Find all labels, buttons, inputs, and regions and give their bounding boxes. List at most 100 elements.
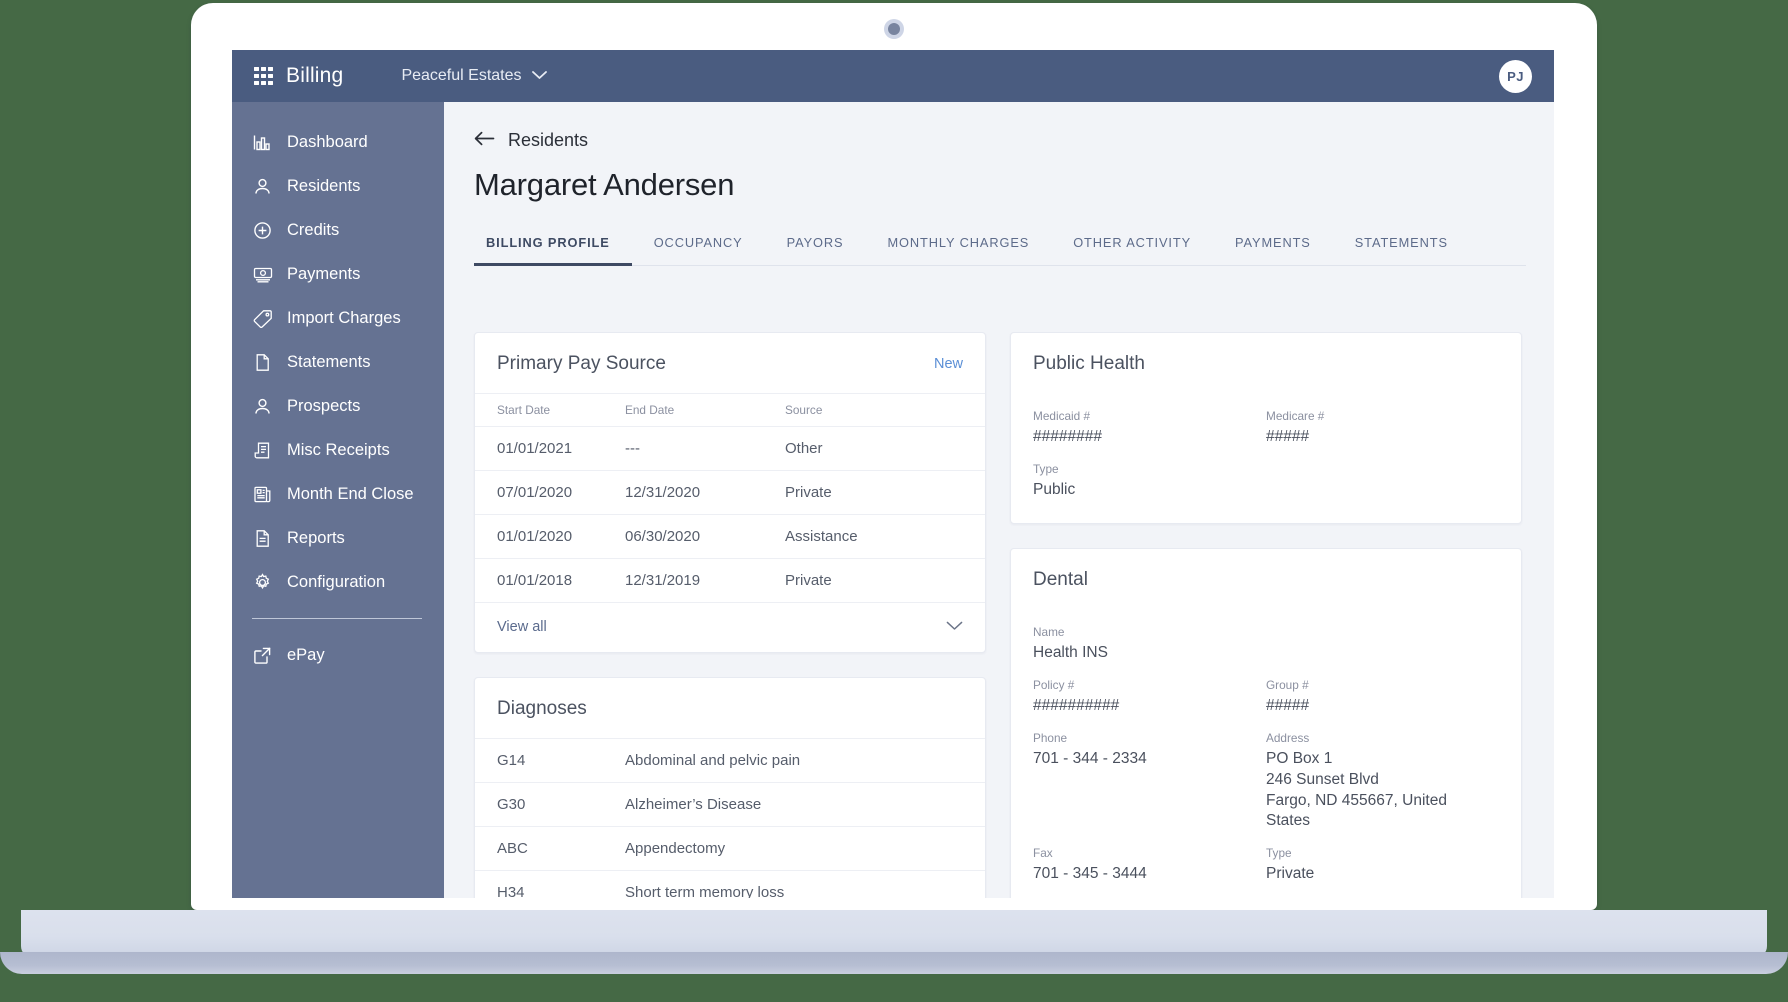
cell-code: G30 — [475, 782, 603, 827]
sidebar-item-dashboard[interactable]: Dashboard — [232, 120, 444, 164]
field-label: Name — [1033, 624, 1065, 639]
card-title: Diagnoses — [497, 698, 587, 719]
person-icon — [252, 396, 273, 417]
sidebar-item-label: Month End Close — [287, 484, 414, 503]
field-policy-number: Policy # ########## — [1033, 678, 1266, 717]
cell-end-date: --- — [603, 426, 763, 471]
address-line: States — [1266, 812, 1310, 830]
webcam-icon — [884, 19, 904, 39]
gear-icon — [252, 572, 273, 593]
arrow-left-icon — [474, 130, 495, 151]
table-row[interactable]: ABC Appendectomy — [475, 826, 985, 871]
tab-monthly-charges[interactable]: MONTHLY CHARGES — [865, 229, 1051, 266]
chevron-down-icon — [531, 67, 547, 85]
sidebar-item-statements[interactable]: Statements — [232, 340, 444, 384]
left-column: Primary Pay Source New Start Date End Da… — [474, 332, 986, 898]
sidebar-item-misc-receipts[interactable]: Misc Receipts — [232, 428, 444, 472]
card-header: Diagnoses — [475, 678, 985, 739]
field-label: Type — [1266, 846, 1292, 861]
sidebar-item-label: ePay — [287, 645, 325, 664]
table-row[interactable]: G30 Alzheimer’s Disease — [475, 782, 985, 827]
field-value: ##### — [1266, 428, 1310, 445]
cell-end-date: 12/31/2020 — [603, 470, 763, 515]
primary-pay-source-view-all[interactable]: View all — [475, 603, 985, 652]
field-value: Health INS — [1033, 643, 1108, 661]
avatar[interactable]: PJ — [1499, 60, 1532, 93]
top-bar: Billing Peaceful Estates PJ — [232, 50, 1554, 102]
table-header-row: Start Date End Date Source — [475, 394, 985, 427]
address-line: Fargo, ND 455667, United — [1266, 791, 1447, 809]
sidebar-item-label: Dashboard — [287, 132, 368, 151]
cell-code: H34 — [475, 870, 603, 898]
field-group-number: Group # ##### — [1266, 678, 1499, 717]
application-screen: Billing Peaceful Estates PJ Dashboard Re… — [232, 50, 1554, 898]
newspaper-icon — [252, 484, 273, 505]
page-title: Margaret Andersen — [474, 167, 735, 202]
tab-payors[interactable]: PAYORS — [765, 229, 866, 266]
cell-description: Short term memory loss — [603, 870, 985, 898]
table-row[interactable]: 07/01/2020 12/31/2020 Private — [475, 470, 985, 515]
chevron-down-icon — [946, 618, 963, 636]
sidebar-item-prospects[interactable]: Prospects — [232, 384, 444, 428]
cell-start-date: 01/01/2020 — [475, 514, 603, 559]
public-health-card: Public Health Medicaid # ######## Medica… — [1010, 332, 1522, 524]
sidebar-item-reports[interactable]: Reports — [232, 516, 444, 560]
facility-selector[interactable]: Peaceful Estates — [401, 67, 547, 85]
cell-code: ABC — [475, 826, 603, 871]
sidebar-item-label: Misc Receipts — [287, 440, 390, 459]
right-column: Public Health Medicaid # ######## Medica… — [1010, 332, 1522, 898]
content-area: Residents Margaret Andersen BILLING PROF… — [444, 102, 1554, 898]
card-body: Medicaid # ######## Medicare # ##### Typ… — [1011, 377, 1521, 523]
plus-circle-icon — [252, 220, 273, 241]
sidebar-divider — [252, 618, 422, 619]
cell-end-date: 12/31/2019 — [603, 558, 763, 603]
tab-statements[interactable]: STATEMENTS — [1333, 229, 1470, 266]
address-line: PO Box 1 — [1266, 749, 1333, 767]
app-title: Billing — [286, 64, 344, 87]
sidebar-item-payments[interactable]: Payments — [232, 252, 444, 296]
person-icon — [252, 176, 273, 197]
card-body: Name Health INS Policy # ########## Grou… — [1011, 593, 1521, 898]
field-label: Type — [1033, 461, 1059, 476]
dental-card: Dental Name Health INS Policy # ########… — [1010, 547, 1522, 898]
cell-source: Other — [763, 426, 985, 471]
tag-icon — [252, 308, 273, 329]
field-label: Medicare # — [1266, 409, 1325, 423]
sidebar-item-residents[interactable]: Residents — [232, 164, 444, 208]
sidebar-item-month-end-close[interactable]: Month End Close — [232, 472, 444, 516]
table-row[interactable]: 01/01/2018 12/31/2019 Private — [475, 558, 985, 603]
tab-occupancy[interactable]: OCCUPANCY — [632, 229, 765, 266]
field-value: ########## — [1033, 696, 1120, 714]
table-row[interactable]: 01/01/2021 --- Other — [475, 426, 985, 471]
tab-payments[interactable]: PAYMENTS — [1213, 229, 1333, 266]
sidebar-item-configuration[interactable]: Configuration — [232, 560, 444, 604]
field-value: ######## — [1033, 428, 1102, 445]
cell-description: Alzheimer’s Disease — [603, 782, 985, 827]
new-pay-source-button[interactable]: New — [934, 356, 963, 372]
sidebar-item-label: Statements — [287, 352, 371, 371]
apps-grid-icon[interactable] — [254, 66, 273, 86]
sidebar-item-epay[interactable]: ePay — [232, 633, 444, 677]
cell-source: Private — [763, 470, 985, 515]
view-all-label: View all — [497, 619, 547, 635]
sidebar: Dashboard Residents Credits Payments Imp… — [232, 102, 444, 898]
field-label: Address — [1266, 730, 1310, 745]
table-row[interactable]: 01/01/2020 06/30/2020 Assistance — [475, 514, 985, 559]
sidebar-item-import-charges[interactable]: Import Charges — [232, 296, 444, 340]
card-title: Primary Pay Source — [497, 353, 666, 374]
table-row[interactable]: H34 Short term memory loss — [475, 870, 985, 898]
tab-other-activity[interactable]: OTHER ACTIVITY — [1051, 229, 1213, 266]
content-columns: Primary Pay Source New Start Date End Da… — [474, 332, 1534, 898]
card-title: Dental — [1033, 568, 1088, 590]
cell-source: Assistance — [763, 514, 985, 559]
table-row[interactable]: G14 Abdominal and pelvic pain — [475, 739, 985, 783]
back-to-residents-link[interactable]: Residents — [474, 130, 1554, 151]
laptop-base — [21, 910, 1767, 958]
card-header: Primary Pay Source New — [475, 333, 985, 394]
document-icon — [252, 528, 273, 549]
field-value: PO Box 1 246 Sunset Blvd Fargo, ND 45566… — [1266, 749, 1499, 833]
tab-billing-profile[interactable]: BILLING PROFILE — [474, 229, 632, 266]
diagnoses-card: Diagnoses G14 Abdominal and pelvic pain … — [474, 677, 986, 898]
tab-bar: BILLING PROFILE OCCUPANCY PAYORS MONTHLY… — [474, 229, 1526, 266]
sidebar-item-credits[interactable]: Credits — [232, 208, 444, 252]
